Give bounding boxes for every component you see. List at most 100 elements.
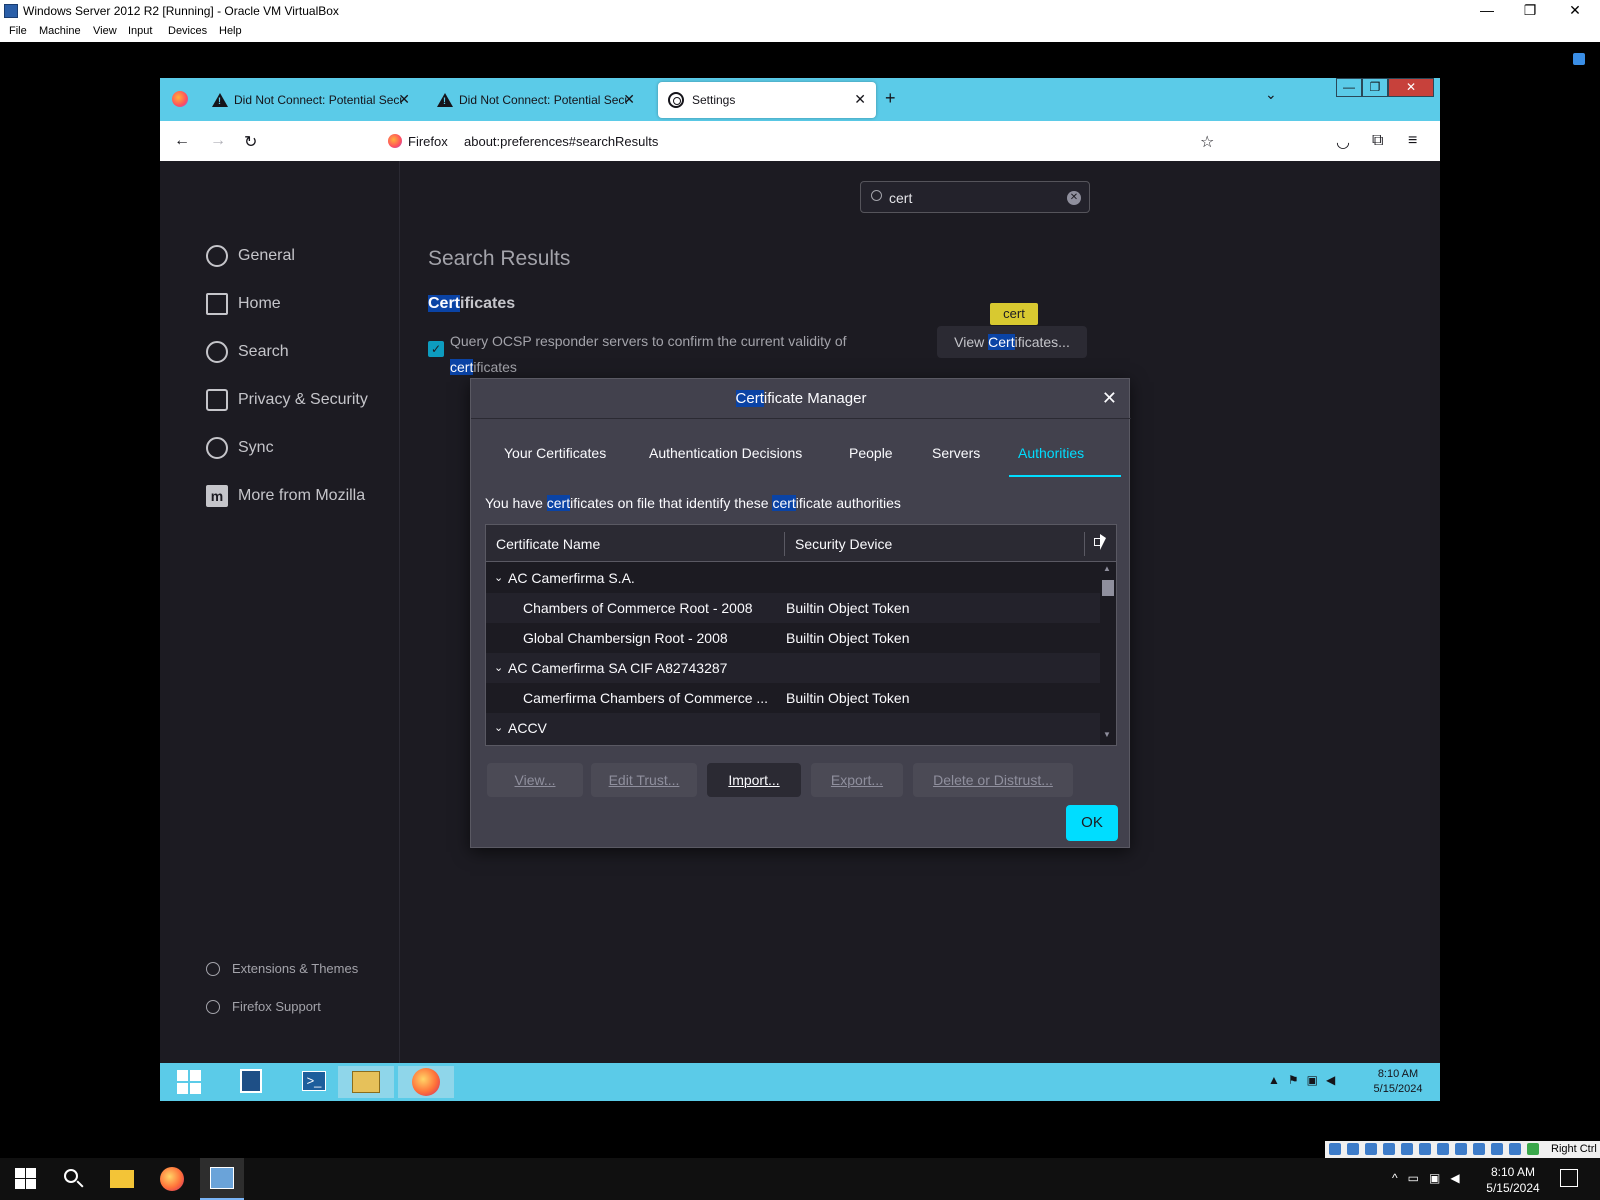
minimize-button[interactable]: — <box>1336 78 1362 97</box>
chevron-down-icon[interactable]: ⌄ <box>494 563 503 593</box>
tree-cert-row[interactable]: Global Chambersign Root - 2008 Builtin O… <box>486 623 1100 653</box>
tab-servers[interactable]: Servers <box>932 445 980 461</box>
shared-folders-icon[interactable] <box>1419 1143 1431 1155</box>
certificate-tree[interactable]: Certificate Name Security Device ⌄ AC Ca… <box>485 524 1117 746</box>
minimize-button[interactable]: — <box>1472 2 1502 18</box>
notification-center-icon[interactable] <box>1560 1169 1578 1187</box>
edit-trust-button[interactable]: Edit Trust... <box>591 763 697 797</box>
file-explorer-icon[interactable] <box>110 1167 134 1191</box>
close-icon[interactable]: ✕ <box>1102 388 1117 409</box>
menu-devices[interactable]: Devices <box>168 25 207 37</box>
column-header-security-device[interactable]: Security Device <box>795 536 892 552</box>
tree-cert-row[interactable]: Camerfirma Chambers of Commerce ... Buil… <box>486 683 1100 713</box>
menu-view[interactable]: View <box>93 25 117 37</box>
menu-file[interactable]: File <box>9 25 27 37</box>
menu-input[interactable]: Input <box>128 25 152 37</box>
import-button[interactable]: Import... <box>707 763 801 797</box>
column-header-certificate-name[interactable]: Certificate Name <box>496 536 600 552</box>
bookmark-star-icon[interactable]: ☆ <box>1200 132 1214 152</box>
tray-expand-icon[interactable]: ^ <box>1392 1171 1398 1185</box>
network-icon[interactable]: ▣ <box>1307 1073 1318 1087</box>
display-icon[interactable] <box>1437 1143 1449 1155</box>
column-divider[interactable] <box>784 532 785 556</box>
tree-group-row[interactable]: ⌄ ACCV <box>486 713 1100 745</box>
host-key-icon[interactable] <box>1527 1143 1539 1155</box>
meet-now-icon[interactable]: ▭ <box>1408 1171 1419 1185</box>
guest-clock[interactable]: 8:10 AM 5/15/2024 <box>1363 1067 1433 1097</box>
close-icon[interactable]: ✕ <box>854 91 866 108</box>
reload-icon[interactable]: ↻ <box>244 132 257 152</box>
keyboard-icon[interactable] <box>1509 1143 1521 1155</box>
windows-start-button[interactable] <box>14 1167 38 1191</box>
network-adapter-icon[interactable] <box>1383 1143 1395 1155</box>
sidebar-item-firefox-support[interactable]: Firefox Support <box>206 999 321 1014</box>
export-button[interactable]: Export... <box>811 763 903 797</box>
search-icon[interactable] <box>62 1167 86 1191</box>
virtualization-icon[interactable] <box>1473 1143 1485 1155</box>
url-bar[interactable]: Firefox about:preferences#searchResults <box>388 127 1178 155</box>
firefox-taskbar-icon[interactable] <box>398 1066 454 1098</box>
url-text[interactable]: about:preferences#searchResults <box>464 134 658 149</box>
chevron-down-icon[interactable]: ⌄ <box>494 713 503 743</box>
virtualbox-vm-taskbar-icon[interactable] <box>200 1158 244 1200</box>
tab-people[interactable]: People <box>849 445 893 461</box>
host-clock[interactable]: 8:10 AM 5/15/2024 <box>1478 1164 1548 1196</box>
pocket-icon[interactable]: ◡ <box>1336 132 1350 152</box>
menu-machine[interactable]: Machine <box>39 25 81 37</box>
extensions-puzzle-icon[interactable]: ⧉ <box>1372 132 1383 150</box>
restore-button[interactable]: ❐ <box>1515 2 1545 19</box>
close-button[interactable]: ✕ <box>1388 78 1434 97</box>
sidebar-item-sync[interactable]: Sync <box>206 433 274 463</box>
firefox-view-icon[interactable] <box>172 91 188 107</box>
view-button[interactable]: View... <box>487 763 583 797</box>
menu-hamburger-icon[interactable]: ≡ <box>1408 132 1417 150</box>
preferences-search-input[interactable]: cert ✕ <box>860 181 1090 213</box>
file-explorer-icon[interactable] <box>338 1066 394 1098</box>
ocsp-checkbox[interactable]: ✓ <box>428 341 444 357</box>
usb-icon[interactable] <box>1401 1143 1413 1155</box>
powershell-icon[interactable]: >_ <box>284 1066 340 1098</box>
tab-your-certificates[interactable]: Your Certificates <box>504 445 606 461</box>
network-icon[interactable]: ▣ <box>1429 1171 1440 1185</box>
back-arrow-icon[interactable]: ← <box>174 132 190 150</box>
volume-muted-icon[interactable]: ◀ <box>1450 1171 1459 1185</box>
sidebar-item-general[interactable]: General <box>206 241 295 271</box>
scroll-down-icon[interactable]: ▼ <box>1103 730 1111 739</box>
hard-disk-icon[interactable] <box>1329 1143 1341 1155</box>
notification-bookmark-icon[interactable] <box>1573 53 1585 65</box>
windows-start-button[interactable] <box>164 1066 220 1098</box>
delete-or-distrust-button[interactable]: Delete or Distrust... <box>913 763 1073 797</box>
sidebar-item-extensions-themes[interactable]: Extensions & Themes <box>206 961 358 976</box>
tree-group-row[interactable]: ⌄ AC Camerfirma S.A. <box>486 563 1100 593</box>
tree-cert-row[interactable]: Chambers of Commerce Root - 2008 Builtin… <box>486 593 1100 623</box>
flag-icon[interactable]: ⚑ <box>1288 1073 1299 1087</box>
close-button[interactable]: ✕ <box>1560 2 1590 19</box>
close-icon[interactable]: ✕ <box>623 91 635 108</box>
sidebar-item-privacy[interactable]: Privacy & Security <box>206 385 368 415</box>
recording-icon[interactable] <box>1455 1143 1467 1155</box>
audio-icon[interactable] <box>1365 1143 1377 1155</box>
ok-button[interactable]: OK <box>1066 805 1118 841</box>
volume-muted-icon[interactable]: ◀ <box>1326 1073 1335 1087</box>
tab-authentication-decisions[interactable]: Authentication Decisions <box>649 445 802 461</box>
server-manager-icon[interactable] <box>222 1066 278 1098</box>
scroll-up-icon[interactable]: ▲ <box>1103 564 1111 573</box>
chevron-down-icon[interactable]: ⌄ <box>494 653 503 683</box>
tab-did-not-connect-2[interactable]: Did Not Connect: Potential Security Issu… <box>427 82 645 118</box>
sidebar-item-home[interactable]: Home <box>206 289 281 319</box>
view-certificates-button[interactable]: View Certificates... <box>937 326 1087 358</box>
tab-authorities[interactable]: Authorities <box>1018 445 1084 461</box>
menu-help[interactable]: Help <box>219 25 242 37</box>
column-divider[interactable] <box>1084 532 1085 556</box>
restore-button[interactable]: ❐ <box>1362 78 1388 97</box>
scrollbar-thumb[interactable] <box>1102 580 1114 596</box>
tree-scrollbar[interactable]: ▲ ▼ <box>1100 562 1116 745</box>
clear-search-icon[interactable]: ✕ <box>1067 191 1081 205</box>
tree-group-row[interactable]: ⌄ AC Camerfirma SA CIF A82743287 <box>486 653 1100 683</box>
tab-did-not-connect-1[interactable]: Did Not Connect: Potential Security Issu… <box>202 82 420 118</box>
tray-expand-icon[interactable]: ▲ <box>1268 1073 1280 1087</box>
mouse-integration-icon[interactable] <box>1491 1143 1503 1155</box>
firefox-taskbar-icon[interactable] <box>160 1167 184 1191</box>
optical-drive-icon[interactable] <box>1347 1143 1359 1155</box>
sidebar-item-more-from-mozilla[interactable]: m More from Mozilla <box>206 481 365 511</box>
